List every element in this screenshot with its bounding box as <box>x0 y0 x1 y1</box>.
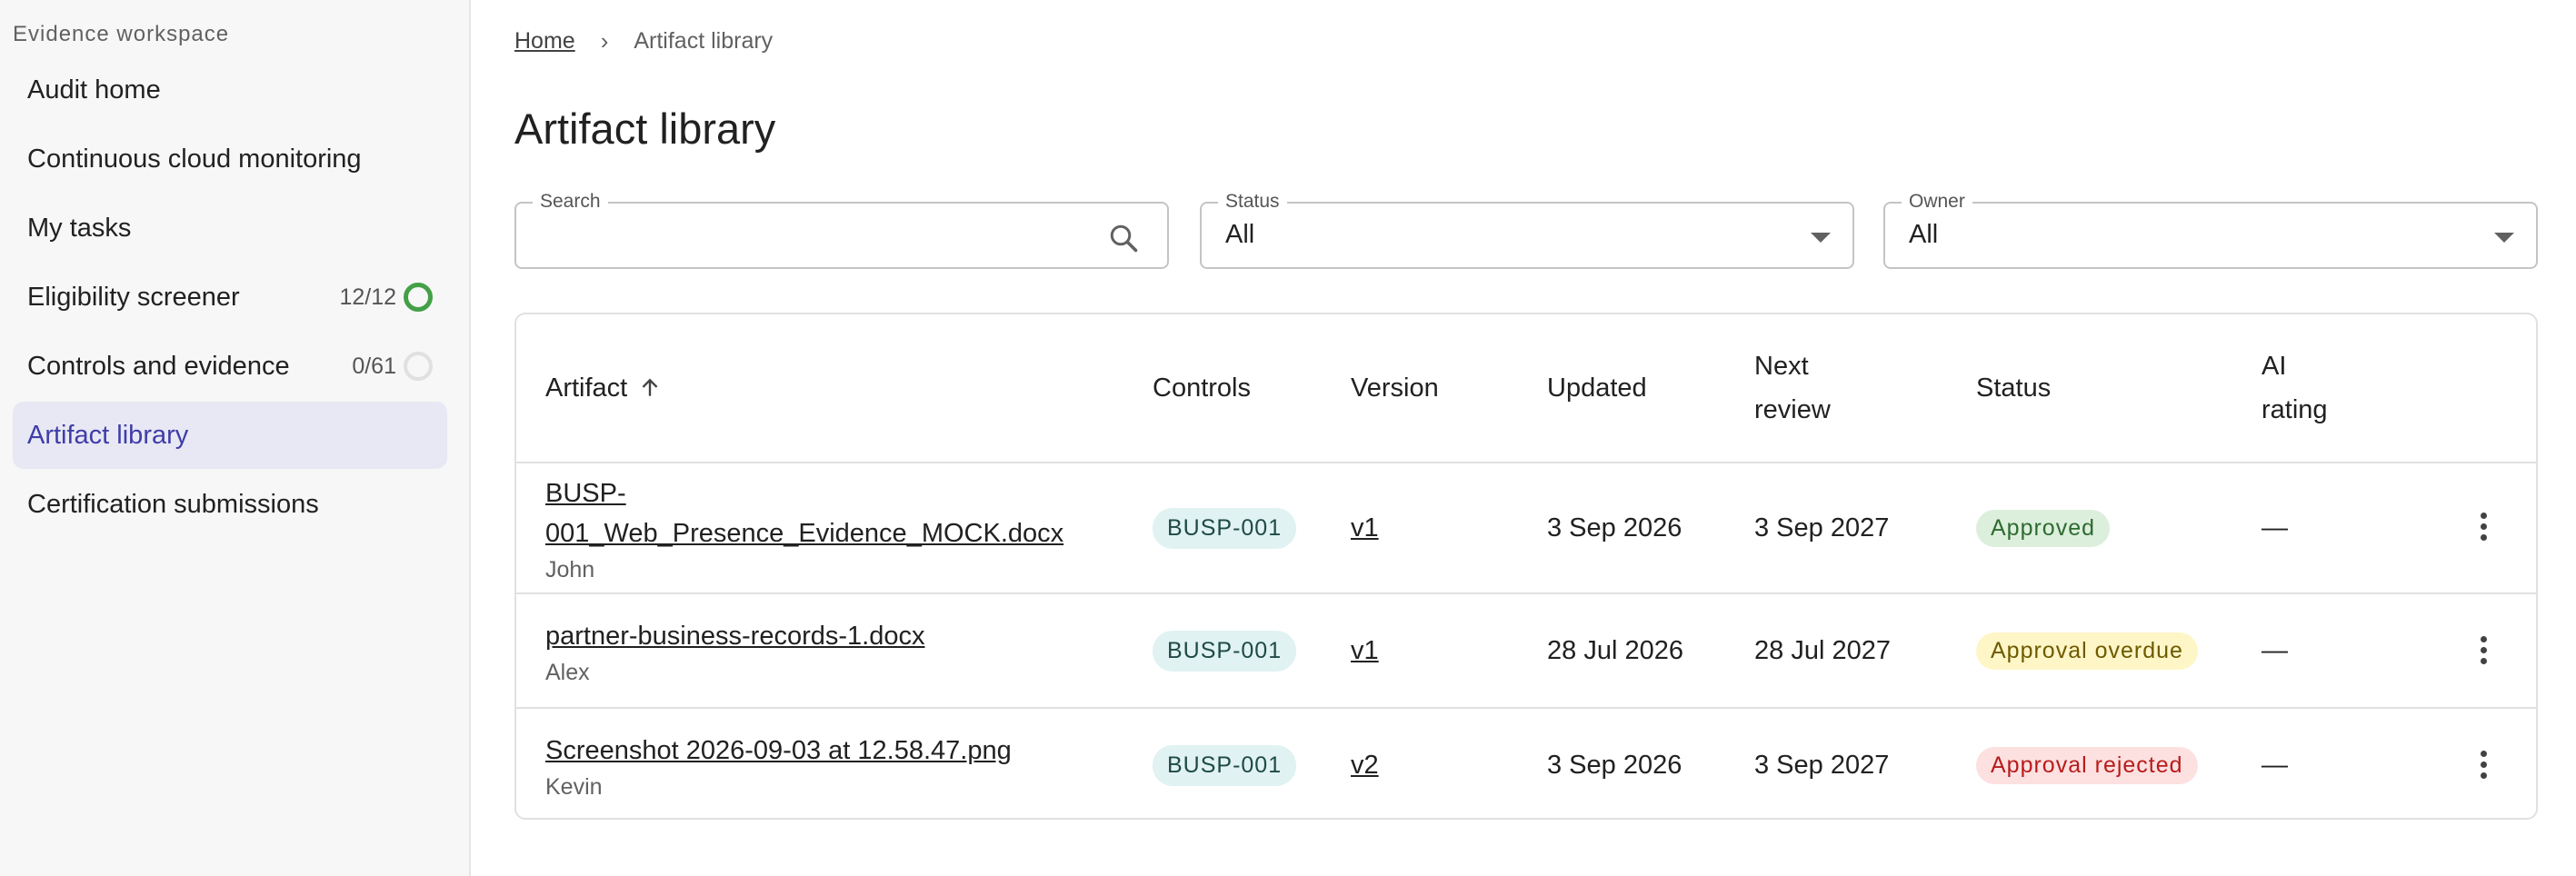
arrow-up-icon <box>642 378 658 396</box>
search-icon[interactable] <box>1107 222 1140 254</box>
sidebar-item-label: Certification submissions <box>27 489 319 519</box>
progress-count-text: 0/61 <box>352 353 396 379</box>
chevron-down-icon <box>1811 233 1831 243</box>
column-header-label: Artifact <box>545 373 628 403</box>
control-chip[interactable]: BUSP-001 <box>1153 744 1297 786</box>
breadcrumb: Home › Artifact library <box>514 27 773 55</box>
next-review-date: 28 Jul 2027 <box>1754 635 1891 665</box>
column-header-controls: Controls <box>1153 373 1251 403</box>
search-input[interactable]: Search <box>514 191 1169 269</box>
column-header-label: rating <box>2261 395 2328 424</box>
column-header-next-review: Next review <box>1754 314 1831 462</box>
chevron-down-icon <box>2494 233 2514 243</box>
search-label: Search <box>533 191 608 213</box>
artifact-cell: partner-business-records-1.docx Alex <box>545 594 1127 707</box>
more-vert-icon[interactable] <box>2480 751 2487 779</box>
sidebar-item-continuous-cloud-monitoring[interactable]: Continuous cloud monitoring <box>13 125 447 193</box>
status-badge: Approval overdue <box>1976 632 2198 670</box>
artifact-link[interactable]: BUSP- 001_Web_Presence_Evidence_MOCK.doc… <box>545 473 1063 553</box>
artifact-name-line: BUSP- <box>545 478 626 508</box>
updated-date: 3 Sep 2026 <box>1547 750 1682 780</box>
column-header-label: AI <box>2261 352 2287 381</box>
sidebar-item-artifact-library[interactable]: Artifact library <box>13 402 447 469</box>
more-vert-icon[interactable] <box>2480 513 2487 541</box>
ai-rating: — <box>2261 750 2288 780</box>
ai-rating: — <box>2261 635 2288 665</box>
column-header-ai-rating: AI rating <box>2261 314 2328 462</box>
empty-ring-icon <box>404 352 433 381</box>
progress-count-text: 12/12 <box>339 284 396 310</box>
updated-date: 28 Jul 2026 <box>1547 635 1683 665</box>
artifact-link[interactable]: partner-business-records-1.docx <box>545 616 924 656</box>
version-link[interactable]: v1 <box>1351 636 1379 666</box>
breadcrumb-current: Artifact library <box>634 28 774 54</box>
column-header-label: review <box>1754 395 1831 424</box>
next-review-date: 3 Sep 2027 <box>1754 750 1890 780</box>
sidebar-item-label: Eligibility screener <box>27 282 240 312</box>
owner-select[interactable]: Owner All <box>1883 191 2538 269</box>
progress-count: 0/61 <box>352 352 433 381</box>
complete-ring-icon <box>404 283 433 312</box>
next-review-date: 3 Sep 2027 <box>1754 513 1890 543</box>
sidebar-item-eligibility-screener[interactable]: Eligibility screener 12/12 <box>13 264 447 331</box>
artifact-link[interactable]: Screenshot 2026-09-03 at 12.58.47.png <box>545 731 1012 771</box>
status-badge: Approval rejected <box>1976 746 2198 784</box>
column-header-updated: Updated <box>1547 373 1647 403</box>
table-row: BUSP- 001_Web_Presence_Evidence_MOCK.doc… <box>516 462 2536 592</box>
status-label: Status <box>1218 191 1287 213</box>
artifact-owner: Kevin <box>545 773 603 800</box>
sidebar-item-my-tasks[interactable]: My tasks <box>13 194 447 262</box>
artifact-cell: Screenshot 2026-09-03 at 12.58.47.png Ke… <box>545 709 1127 818</box>
table-row: partner-business-records-1.docx Alex BUS… <box>516 592 2536 707</box>
chevron-right-icon: › <box>600 27 609 55</box>
sidebar: Evidence workspace Audit home Continuous… <box>0 0 471 876</box>
column-header-artifact[interactable]: Artifact <box>545 314 662 462</box>
sidebar-item-label: My tasks <box>27 213 132 243</box>
sidebar-item-label: Controls and evidence <box>27 351 290 381</box>
status-select[interactable]: Status All <box>1200 191 1854 269</box>
sidebar-item-label: Artifact library <box>27 420 189 450</box>
version-link[interactable]: v2 <box>1351 751 1379 781</box>
more-vert-icon[interactable] <box>2480 636 2487 664</box>
status-value: All <box>1225 220 1255 249</box>
sidebar-item-certification-submissions[interactable]: Certification submissions <box>13 471 447 538</box>
sidebar-heading: Evidence workspace <box>13 22 230 46</box>
artifact-cell: BUSP- 001_Web_Presence_Evidence_MOCK.doc… <box>545 463 1127 592</box>
column-header-version: Version <box>1351 373 1439 403</box>
column-header-status: Status <box>1976 373 2052 403</box>
page-title: Artifact library <box>514 105 776 153</box>
artifact-name-line: 001_Web_Presence_Evidence_MOCK.docx <box>545 518 1064 548</box>
artifact-table: Artifact Controls Version Updated Next r… <box>514 313 2538 820</box>
artifact-owner: Alex <box>545 659 590 685</box>
artifact-owner: John <box>545 556 595 582</box>
control-chip[interactable]: BUSP-001 <box>1153 507 1297 549</box>
owner-value: All <box>1909 220 1939 249</box>
owner-label: Owner <box>1902 191 1972 213</box>
progress-count: 12/12 <box>339 283 433 312</box>
sidebar-item-label: Audit home <box>27 75 161 105</box>
column-header-label: Next <box>1754 352 1809 381</box>
status-badge: Approved <box>1976 509 2111 547</box>
control-chip[interactable]: BUSP-001 <box>1153 630 1297 672</box>
ai-rating: — <box>2261 513 2288 543</box>
version-link[interactable]: v1 <box>1351 513 1379 543</box>
table-row: Screenshot 2026-09-03 at 12.58.47.png Ke… <box>516 707 2536 818</box>
sidebar-item-controls-and-evidence[interactable]: Controls and evidence 0/61 <box>13 333 447 400</box>
breadcrumb-home-link[interactable]: Home <box>514 28 575 55</box>
sidebar-item-label: Continuous cloud monitoring <box>27 144 362 174</box>
updated-date: 3 Sep 2026 <box>1547 513 1682 543</box>
sidebar-item-audit-home[interactable]: Audit home <box>13 56 447 124</box>
